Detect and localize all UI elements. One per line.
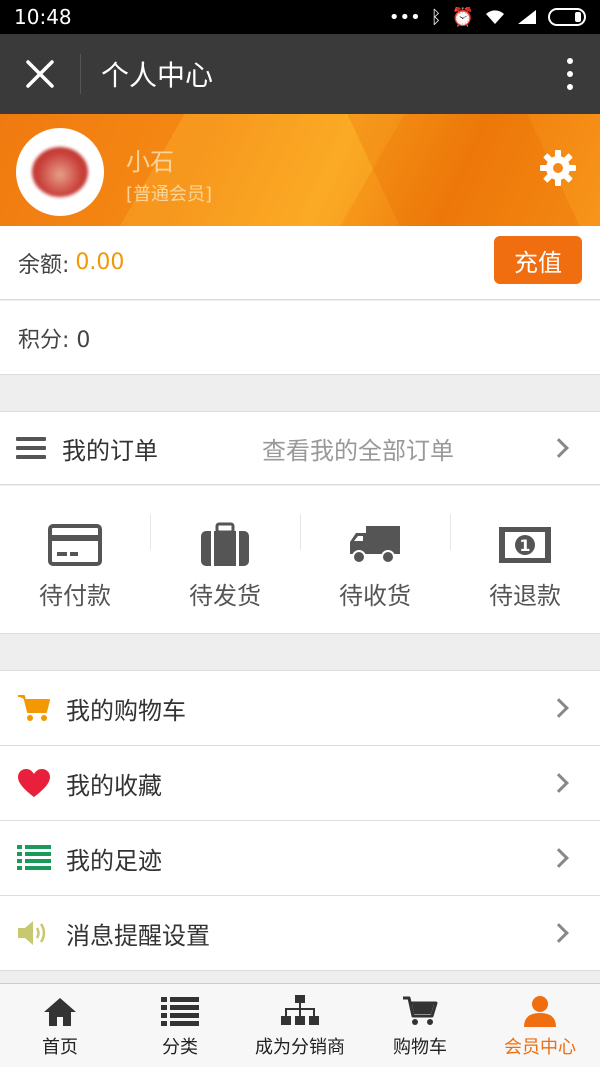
status-bar: 10:48 ••• ᛒ ⏰ xyxy=(0,0,600,34)
more-dot-icon xyxy=(567,71,573,77)
my-orders-title: 我的订单 xyxy=(62,436,158,465)
order-status-pending-receipt[interactable]: 待收货 xyxy=(300,486,450,633)
view-all-orders-link[interactable]: 查看我的全部订单 xyxy=(262,431,454,466)
chevron-right-icon xyxy=(549,698,569,718)
order-status-label: 待退款 xyxy=(489,582,561,610)
menu-list: 我的购物车 我的收藏 我的足迹 消息提醒设置 xyxy=(0,670,600,971)
tab-label: 成为分销商 xyxy=(255,1036,345,1058)
signal-dots-icon: ••• xyxy=(388,6,421,28)
avatar[interactable] xyxy=(16,128,104,216)
nav-bar: 个人中心 xyxy=(0,34,600,114)
cart-icon xyxy=(403,996,438,1025)
list-icon xyxy=(161,996,199,1026)
battery-icon xyxy=(548,8,586,26)
points-row: 积分: 0 xyxy=(0,301,600,375)
truck-icon xyxy=(350,526,400,564)
cell-signal-icon xyxy=(518,10,536,24)
order-status-label: 待发货 xyxy=(189,582,261,610)
credit-card-icon xyxy=(48,524,102,566)
order-status-label: 待付款 xyxy=(39,582,111,610)
tab-category[interactable]: 分类 xyxy=(120,984,240,1067)
user-icon xyxy=(524,995,556,1027)
chevron-right-icon xyxy=(549,773,569,793)
tab-label: 首页 xyxy=(42,1036,78,1058)
menu-item-footprints[interactable]: 我的足迹 xyxy=(0,821,600,896)
page-title: 个人中心 xyxy=(101,59,214,92)
more-dot-icon xyxy=(567,58,573,64)
tab-cart[interactable]: 购物车 xyxy=(360,984,480,1067)
tab-member-center[interactable]: 会员中心 xyxy=(480,984,600,1067)
avatar-image xyxy=(32,147,88,197)
menu-item-label: 我的足迹 xyxy=(66,846,162,875)
tab-label: 分类 xyxy=(162,1036,198,1058)
my-orders-row[interactable]: 我的订单 查看我的全部订单 xyxy=(0,411,600,485)
balance-row: 余额: 0.00 充值 xyxy=(0,226,600,300)
cart-icon xyxy=(18,695,50,721)
close-icon xyxy=(26,60,54,88)
recharge-button[interactable]: 充值 xyxy=(494,236,582,284)
balance-value: 0.00 xyxy=(75,250,125,275)
order-status-pending-refund[interactable]: 1 待退款 xyxy=(450,486,600,633)
user-name: 小石 xyxy=(126,148,174,176)
menu-item-cart[interactable]: 我的购物车 xyxy=(0,671,600,746)
chevron-right-icon xyxy=(549,923,569,943)
bluetooth-icon: ᛒ xyxy=(430,6,442,28)
suitcase-icon xyxy=(201,522,249,566)
chevron-right-icon xyxy=(549,438,569,458)
status-icons: ••• ᛒ ⏰ xyxy=(389,7,586,28)
status-time: 10:48 xyxy=(14,5,72,29)
close-button[interactable] xyxy=(0,34,80,114)
money-icon: 1 xyxy=(499,527,551,563)
sitemap-icon xyxy=(281,994,319,1025)
chevron-right-icon xyxy=(549,848,569,868)
balance-label: 余额: xyxy=(18,252,70,278)
tab-home[interactable]: 首页 xyxy=(0,984,120,1067)
menu-item-notification-settings[interactable]: 消息提醒设置 xyxy=(0,896,600,971)
menu-item-label: 我的收藏 xyxy=(66,771,162,800)
nav-divider xyxy=(80,54,81,94)
more-dot-icon xyxy=(567,84,573,90)
tab-label: 会员中心 xyxy=(504,1036,576,1058)
menu-item-label: 消息提醒设置 xyxy=(66,921,210,950)
member-level: [普通会员] xyxy=(126,184,213,205)
tab-label: 购物车 xyxy=(393,1036,447,1058)
profile-header: 小石 [普通会员] xyxy=(0,114,600,226)
svg-text:1: 1 xyxy=(519,536,530,555)
speaker-icon xyxy=(18,921,46,945)
heart-icon xyxy=(18,769,50,797)
home-icon xyxy=(44,997,76,1026)
menu-icon xyxy=(16,437,46,459)
gear-icon[interactable] xyxy=(538,148,578,188)
tab-become-distributor[interactable]: 成为分销商 xyxy=(240,984,360,1067)
order-status-label: 待收货 xyxy=(339,582,411,610)
more-menu-button[interactable] xyxy=(540,34,600,114)
menu-item-favorites[interactable]: 我的收藏 xyxy=(0,746,600,821)
bottom-tab-bar: 首页 分类 成为分销商 购物车 会员中心 xyxy=(0,983,600,1067)
list-icon xyxy=(17,845,51,870)
menu-item-label: 我的购物车 xyxy=(66,696,186,725)
points-text: 积分: 0 xyxy=(18,327,91,353)
order-status-pending-shipment[interactable]: 待发货 xyxy=(150,486,300,633)
alarm-icon: ⏰ xyxy=(451,6,474,28)
order-status-pending-payment[interactable]: 待付款 xyxy=(0,486,150,633)
wifi-icon xyxy=(486,10,504,24)
order-status-grid: 待付款 待发货 待收货 1 待退款 xyxy=(0,486,600,634)
